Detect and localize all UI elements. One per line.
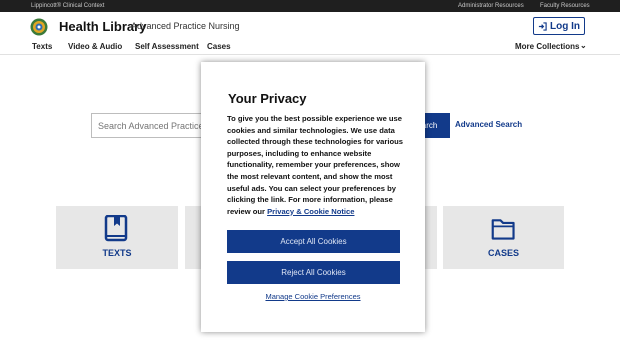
privacy-dialog-body: To give you the best possible experience… — [227, 113, 403, 217]
reject-all-cookies-button[interactable]: Reject All Cookies — [227, 261, 400, 284]
collection-tile-texts[interactable]: TEXTS — [56, 206, 178, 269]
administrator-resources-link[interactable]: Administrator Resources — [458, 0, 524, 12]
search-input[interactable] — [92, 114, 210, 137]
privacy-dialog-text: To give you the best possible experience… — [227, 114, 403, 216]
login-button[interactable]: Log In — [533, 17, 585, 35]
advanced-search-link[interactable]: Advanced Search — [455, 120, 522, 129]
brand-text: Lippincott® Clinical Context — [31, 3, 105, 9]
main-nav: Texts Video & Audio Self Assessment Case… — [0, 40, 620, 55]
search-box — [91, 113, 211, 138]
tile-label-texts: TEXTS — [102, 248, 132, 258]
nav-item-texts[interactable]: Texts — [32, 42, 52, 51]
privacy-dialog-title: Your Privacy — [228, 91, 307, 106]
nav-item-video-audio[interactable]: Video & Audio — [68, 42, 122, 51]
privacy-dialog: Your Privacy To give you the best possib… — [201, 62, 425, 332]
collection-tile-cases[interactable]: CASES — [443, 206, 564, 269]
site-header: Health Library Advanced Practice Nursing… — [0, 12, 620, 40]
health-library-logo-icon[interactable] — [30, 18, 48, 36]
privacy-cookie-notice-link[interactable]: Privacy & Cookie Notice — [267, 207, 354, 216]
book-icon — [104, 215, 128, 242]
faculty-resources-link[interactable]: Faculty Resources — [540, 0, 590, 12]
folder-icon — [491, 219, 515, 240]
top-utility-bar: Lippincott® Clinical Context Administrat… — [0, 0, 620, 12]
nav-item-cases[interactable]: Cases — [207, 42, 231, 51]
tile-label-cases: CASES — [487, 248, 519, 258]
login-icon — [538, 21, 547, 31]
nav-item-self-assessment[interactable]: Self Assessment — [135, 42, 199, 51]
chevron-down-icon[interactable]: ⌄ — [580, 41, 587, 50]
manage-cookie-preferences-link[interactable]: Manage Cookie Preferences — [201, 292, 425, 301]
nav-more-collections[interactable]: More Collections — [515, 42, 579, 51]
collection-tile-partial[interactable] — [425, 206, 437, 269]
login-label: Log In — [550, 20, 580, 32]
site-subtitle: Advanced Practice Nursing — [131, 21, 240, 31]
accept-all-cookies-button[interactable]: Accept All Cookies — [227, 230, 400, 253]
